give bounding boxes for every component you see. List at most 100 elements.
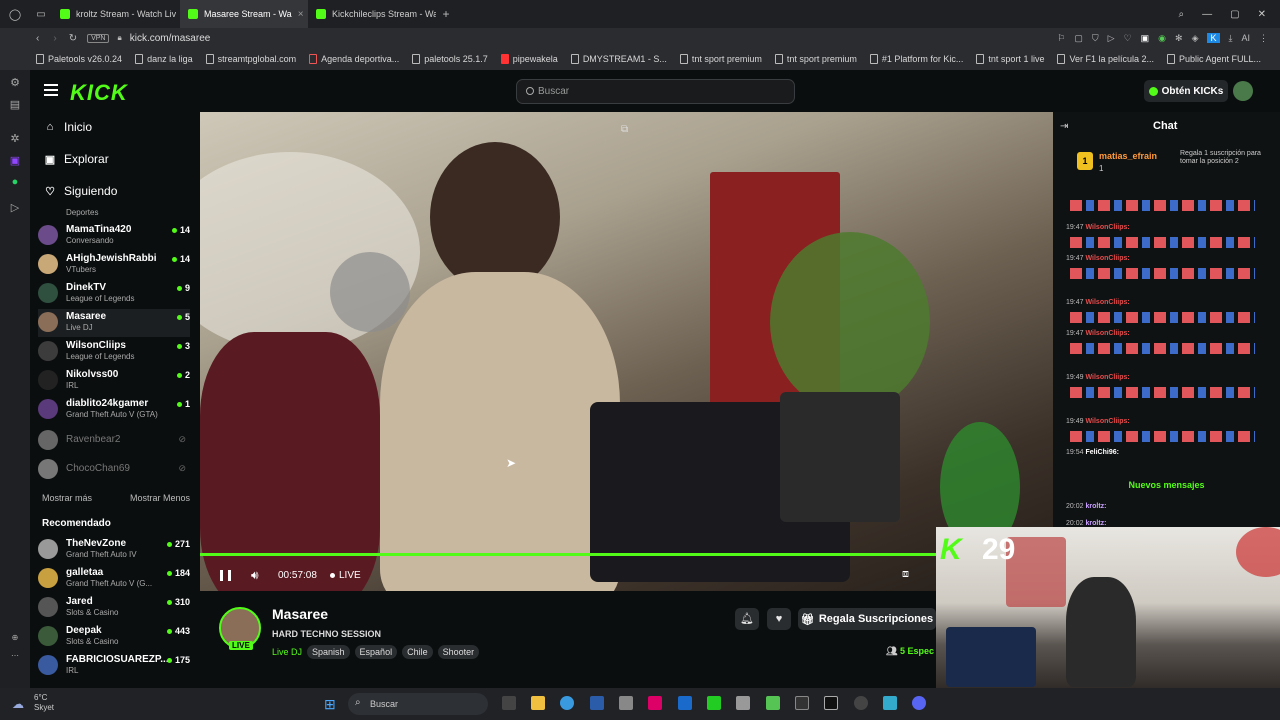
app-icon[interactable] bbox=[854, 696, 868, 710]
bookmark-item[interactable]: Agenda deportiva... bbox=[309, 54, 399, 64]
following-channel-offline[interactable]: ChocoChan69 ⊘ bbox=[38, 456, 190, 484]
following-channel-selected[interactable]: Masaree Live DJ 5 bbox=[38, 309, 190, 337]
vscode-icon[interactable] bbox=[590, 696, 604, 710]
app-icon[interactable] bbox=[736, 696, 750, 710]
ai-icon[interactable]: AI bbox=[1241, 33, 1250, 43]
taskbar-search-input[interactable]: ⌕ Buscar bbox=[348, 693, 488, 715]
recommended-channel[interactable]: Jared Slots & Casino 310 bbox=[38, 594, 190, 622]
pause-icon[interactable] bbox=[220, 570, 231, 581]
app-icon[interactable] bbox=[619, 696, 633, 710]
settings-icon[interactable]: ✻ bbox=[1175, 33, 1183, 44]
app-icon[interactable] bbox=[883, 696, 897, 710]
bookmark-item[interactable]: DMYSTREAM1 - S... bbox=[570, 54, 667, 64]
close-tab-icon[interactable]: × bbox=[298, 9, 304, 20]
bookmark-item[interactable]: tnt sport 1 live bbox=[976, 54, 1044, 64]
edge-icon[interactable] bbox=[560, 696, 574, 710]
bookmark-item[interactable]: tnt sport premium bbox=[774, 54, 857, 64]
bookmark-item[interactable]: danz la liga bbox=[135, 54, 193, 64]
bookmark-item[interactable]: #1 Platform for Kic... bbox=[869, 54, 963, 64]
shield-icon[interactable]: ⛉ bbox=[1092, 33, 1099, 44]
recommended-channel[interactable]: TheNevZone Grand Theft Auto IV 271 bbox=[38, 536, 190, 564]
kick-extension-icon[interactable]: K bbox=[1207, 33, 1220, 43]
bookmark-item[interactable]: Public Agent FULL... bbox=[1167, 54, 1261, 64]
xbox-icon[interactable] bbox=[707, 696, 721, 710]
store-icon[interactable] bbox=[678, 696, 692, 710]
tab-overview-icon[interactable]: ▭ bbox=[30, 9, 52, 20]
forward-icon[interactable]: › bbox=[53, 33, 56, 44]
video-player[interactable]: ⧉ ➤ bbox=[200, 112, 1053, 591]
following-channel[interactable]: Nikolvss00 IRL 2 bbox=[38, 367, 190, 395]
extension-icon[interactable]: ▣ bbox=[1141, 33, 1150, 44]
new-messages-banner[interactable]: Nuevos mensajes bbox=[1053, 480, 1280, 494]
windows-start-icon[interactable]: ⊞ bbox=[324, 696, 336, 713]
vpn-badge[interactable]: VPN bbox=[87, 33, 110, 43]
following-channel[interactable]: diablito24kgamer Grand Theft Auto V (GTA)… bbox=[38, 396, 190, 424]
puzzle-icon[interactable]: ◈ bbox=[1192, 33, 1199, 44]
app-icon[interactable] bbox=[766, 696, 780, 710]
following-channel[interactable]: DinekTV League of Legends 9 bbox=[38, 280, 190, 308]
more-rail-icon[interactable]: ⋯ bbox=[11, 651, 19, 660]
category-link[interactable]: Live DJ bbox=[272, 645, 302, 659]
whatsapp-icon[interactable]: ● bbox=[12, 176, 19, 188]
weather-icon[interactable]: ☁ bbox=[12, 697, 24, 711]
tag-chip[interactable]: Spanish bbox=[307, 645, 350, 659]
pip-icon[interactable]: ⧈ bbox=[902, 568, 909, 581]
pinned-gifter[interactable]: 1 matias_efrain 1 Regala 1 suscripción p… bbox=[1077, 150, 1262, 180]
progress-bar[interactable] bbox=[200, 553, 943, 556]
following-channel[interactable]: AHighJewishRabbi VTubers 14 bbox=[38, 251, 190, 279]
tag-chip[interactable]: Shooter bbox=[437, 645, 480, 659]
gift-subs-button[interactable]: 🎁︎ Regala Suscripciones bbox=[798, 608, 936, 630]
bookmark-item[interactable]: Paletools v26.0.24 bbox=[36, 54, 122, 64]
search-tabs-icon[interactable]: ⌕ bbox=[1179, 9, 1185, 20]
search-input[interactable]: Buscar bbox=[516, 79, 795, 104]
recommended-channel[interactable]: galletaa Grand Theft Auto V (G... 184 bbox=[38, 565, 190, 593]
new-tab-icon[interactable]: + bbox=[436, 7, 456, 21]
browser-menu-icon[interactable]: ◯ bbox=[0, 8, 30, 21]
weather-widget[interactable]: 6°C Skyet bbox=[34, 693, 54, 713]
app-icon[interactable] bbox=[648, 696, 662, 710]
nav-explore[interactable]: ▣ Explorar bbox=[44, 152, 109, 166]
screenshot-icon[interactable]: ▢ bbox=[1074, 33, 1083, 44]
tab-kroltz[interactable]: kroltz Stream - Watch Liv bbox=[52, 0, 180, 28]
tag-chip[interactable]: Español bbox=[354, 645, 398, 659]
settings-rail-icon[interactable]: ⊕ bbox=[12, 633, 19, 642]
chatgpt-icon[interactable]: ✲ bbox=[10, 132, 19, 145]
recommended-channel[interactable]: Deepak Slots & Casino 443 bbox=[38, 623, 190, 651]
kick-logo[interactable]: KICK bbox=[70, 80, 128, 106]
hamburger-menu-icon[interactable] bbox=[44, 84, 58, 96]
following-channel[interactable]: WilsonCliips League of Legends 3 bbox=[38, 338, 190, 366]
chrome-extension-icon[interactable]: ◉ bbox=[1158, 33, 1166, 44]
file-explorer-icon[interactable] bbox=[531, 696, 545, 710]
show-less-link[interactable]: Mostrar Menos bbox=[130, 493, 190, 503]
live-indicator[interactable]: LIVE bbox=[330, 570, 361, 581]
sidebar-app-icon[interactable]: ▤ bbox=[10, 98, 20, 111]
show-more-link[interactable]: Mostrar más bbox=[42, 493, 92, 503]
get-kicks-button[interactable]: Obtén KICKs bbox=[1144, 80, 1228, 102]
popout-icon[interactable]: ⧉ bbox=[621, 124, 628, 135]
play-sidebar-icon[interactable]: ▷ bbox=[11, 201, 19, 214]
heart-icon[interactable]: ♡ bbox=[1124, 33, 1132, 44]
collapse-chat-icon[interactable]: ⇥ bbox=[1060, 121, 1068, 132]
twitch-icon[interactable]: ▣ bbox=[10, 154, 20, 167]
maximize-icon[interactable]: ▢ bbox=[1230, 9, 1239, 20]
bookmark-item[interactable]: paletools 25.1.7 bbox=[412, 54, 488, 64]
bookmark-item[interactable]: pipewakela bbox=[500, 54, 558, 64]
task-view-icon[interactable] bbox=[502, 696, 516, 710]
tab-kickchileclips[interactable]: Kickchileclips Stream - Wa bbox=[308, 0, 436, 28]
minimize-icon[interactable]: — bbox=[1202, 9, 1212, 20]
user-avatar[interactable] bbox=[1233, 81, 1253, 101]
url-field[interactable]: kick.com/masaree bbox=[130, 33, 211, 44]
tiktok-icon[interactable] bbox=[824, 696, 838, 710]
notification-bell-button[interactable]: 🔔︎ bbox=[735, 608, 759, 630]
more-menu-icon[interactable]: ⋮ bbox=[1259, 33, 1268, 44]
bookmark-page-icon[interactable]: ⚐ bbox=[1057, 33, 1065, 44]
bookmark-item[interactable]: Ver F1 la película 2... bbox=[1057, 54, 1154, 64]
play-icon[interactable]: ▷ bbox=[1108, 33, 1115, 44]
app-icon[interactable] bbox=[795, 696, 809, 710]
recommended-channel[interactable]: FABRICIOSUAREZP... IRL 175 bbox=[38, 652, 190, 680]
download-icon[interactable]: ⤓ bbox=[1229, 33, 1233, 44]
volume-icon[interactable]: 🔊︎ bbox=[251, 568, 259, 583]
nav-following[interactable]: ♡ Siguiendo bbox=[44, 184, 117, 198]
close-window-icon[interactable]: ✕ bbox=[1258, 9, 1266, 20]
nav-home[interactable]: ⌂ Inicio bbox=[44, 120, 92, 134]
